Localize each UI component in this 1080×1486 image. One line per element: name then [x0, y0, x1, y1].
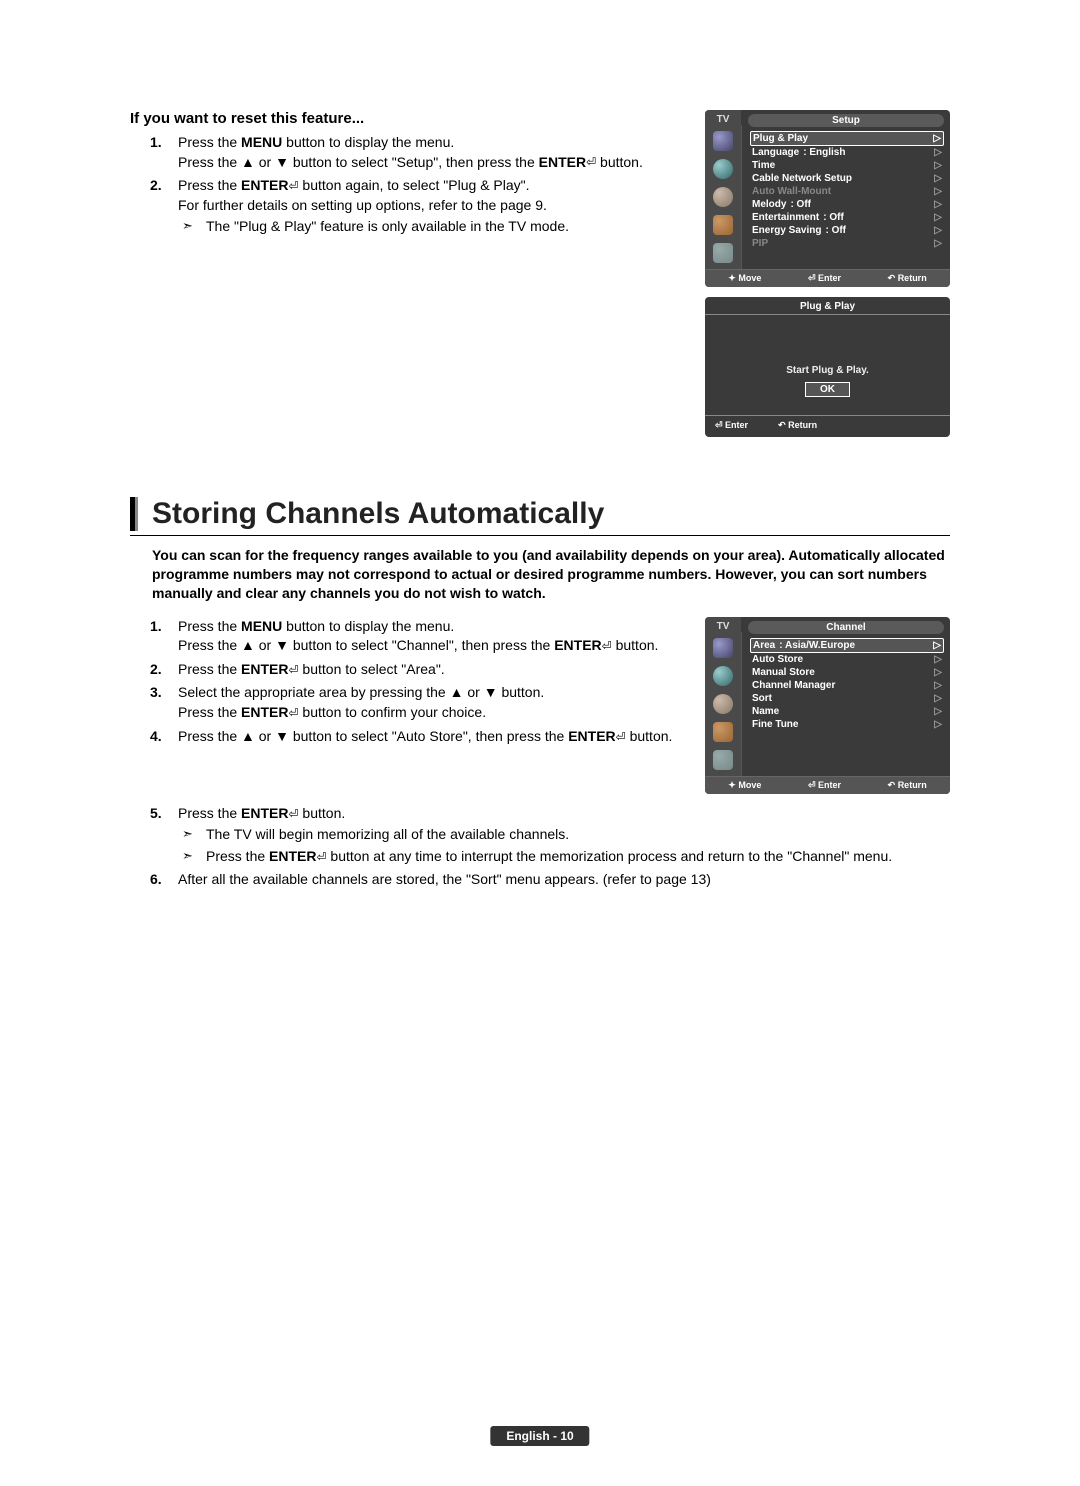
reset-step-1: Press the MENU button to display the men…: [150, 133, 685, 172]
reset-note: The "Plug & Play" feature is only availa…: [178, 217, 685, 237]
s2-note-2: Press the ENTER button at any time to in…: [178, 847, 950, 867]
enter-icon: [288, 661, 298, 677]
osd-menu-item: Sort▷: [750, 692, 944, 705]
osd-menu-item: Entertainment : Off▷: [750, 211, 944, 224]
reset-instructions: If you want to reset this feature... Pre…: [130, 110, 685, 437]
section-title: Storing Channels Automatically: [130, 497, 950, 531]
osd-menu-item: PIP▷: [750, 237, 944, 250]
sound-icon: [713, 666, 733, 686]
enter-icon: [288, 805, 298, 821]
picture-icon: [713, 638, 733, 658]
osd-menu-item: Language : English▷: [750, 146, 944, 159]
osd-plugplay-ok: OK: [805, 382, 850, 397]
setup-icon: [713, 215, 733, 235]
s2-step-1: Press the MENU button to display the men…: [150, 617, 685, 656]
s2-step-4: Press the ▲ or ▼ button to select "Auto …: [150, 727, 685, 747]
sound-icon: [713, 159, 733, 179]
chevron-right-icon: ▷: [933, 640, 941, 651]
osd-tv-label: TV: [705, 617, 741, 632]
chevron-right-icon: ▷: [934, 173, 942, 184]
osd-menu-item: Name▷: [750, 705, 944, 718]
chevron-right-icon: ▷: [934, 160, 942, 171]
chevron-right-icon: ▷: [934, 238, 942, 249]
osd-menu-item: Auto Store▷: [750, 653, 944, 666]
osd-menu-item: Cable Network Setup▷: [750, 172, 944, 185]
s2-step-2: Press the ENTER button to select "Area".: [150, 660, 685, 680]
chevron-right-icon: ▷: [934, 225, 942, 236]
s2-step-3: Select the appropriate area by pressing …: [150, 683, 685, 722]
enter-icon: [616, 728, 626, 744]
osd-menu-item: Energy Saving : Off▷: [750, 224, 944, 237]
s2-note-1: The TV will begin memorizing all of the …: [178, 825, 950, 845]
s2-step-5: Press the ENTER button. The TV will begi…: [150, 804, 950, 867]
chevron-right-icon: ▷: [934, 693, 942, 704]
chevron-right-icon: ▷: [934, 667, 942, 678]
channel-icon: [713, 187, 733, 207]
osd-menu-item: Channel Manager▷: [750, 679, 944, 692]
picture-icon: [713, 131, 733, 151]
input-icon: [713, 243, 733, 263]
osd-setup-panel: TV Setup Plug & Play▷Language : English▷…: [705, 110, 950, 287]
reset-step-2: Press the ENTER button again, to select …: [150, 176, 685, 237]
chevron-right-icon: ▷: [934, 199, 942, 210]
osd-setup-title: Setup: [748, 114, 944, 127]
osd-sidebar-icons: [705, 632, 742, 776]
osd-menu-item: Auto Wall-Mount▷: [750, 185, 944, 198]
chevron-right-icon: ▷: [934, 680, 942, 691]
osd-menu-item: Plug & Play▷: [750, 131, 944, 146]
osd-plugplay-title: Plug & Play: [705, 297, 950, 312]
osd-menu-item: Melody : Off▷: [750, 198, 944, 211]
osd-sidebar-icons: [705, 125, 742, 269]
enter-icon: [602, 637, 612, 653]
osd-channel-hints: ✦ Move ⏎ Enter ↶ Return: [705, 776, 950, 794]
osd-menu-item: Area : Asia/W.Europe▷: [750, 638, 944, 653]
osd-menu-item: Fine Tune▷: [750, 718, 944, 731]
osd-channel-panel: TV Channel Area : Asia/W.Europe▷Auto Sto…: [705, 617, 950, 794]
enter-icon: [316, 848, 326, 864]
osd-channel-title: Channel: [748, 621, 944, 634]
s2-step-6: After all the available channels are sto…: [150, 870, 950, 890]
osd-menu-item: Time▷: [750, 159, 944, 172]
input-icon: [713, 750, 733, 770]
page-footer: English - 10: [490, 1426, 589, 1446]
setup-icon: [713, 722, 733, 742]
enter-icon: [586, 154, 596, 170]
osd-plugplay-hints: ⏎ Enter ↶ Return: [705, 416, 950, 437]
enter-icon: [288, 177, 298, 193]
section-intro: You can scan for the frequency ranges av…: [130, 546, 950, 603]
osd-plugplay-panel: Plug & Play Start Plug & Play. OK ⏎ Ente…: [705, 297, 950, 437]
osd-plugplay-msg: Start Plug & Play.: [705, 365, 950, 376]
chevron-right-icon: ▷: [934, 706, 942, 717]
osd-tv-label: TV: [705, 110, 741, 125]
channel-icon: [713, 694, 733, 714]
chevron-right-icon: ▷: [934, 212, 942, 223]
reset-heading: If you want to reset this feature...: [130, 110, 685, 127]
chevron-right-icon: ▷: [934, 147, 942, 158]
osd-menu-item: Manual Store▷: [750, 666, 944, 679]
chevron-right-icon: ▷: [934, 186, 942, 197]
osd-setup-hints: ✦ Move ⏎ Enter ↶ Return: [705, 269, 950, 287]
chevron-right-icon: ▷: [934, 654, 942, 665]
chevron-right-icon: ▷: [934, 719, 942, 730]
enter-icon: [288, 704, 298, 720]
chevron-right-icon: ▷: [933, 133, 941, 144]
